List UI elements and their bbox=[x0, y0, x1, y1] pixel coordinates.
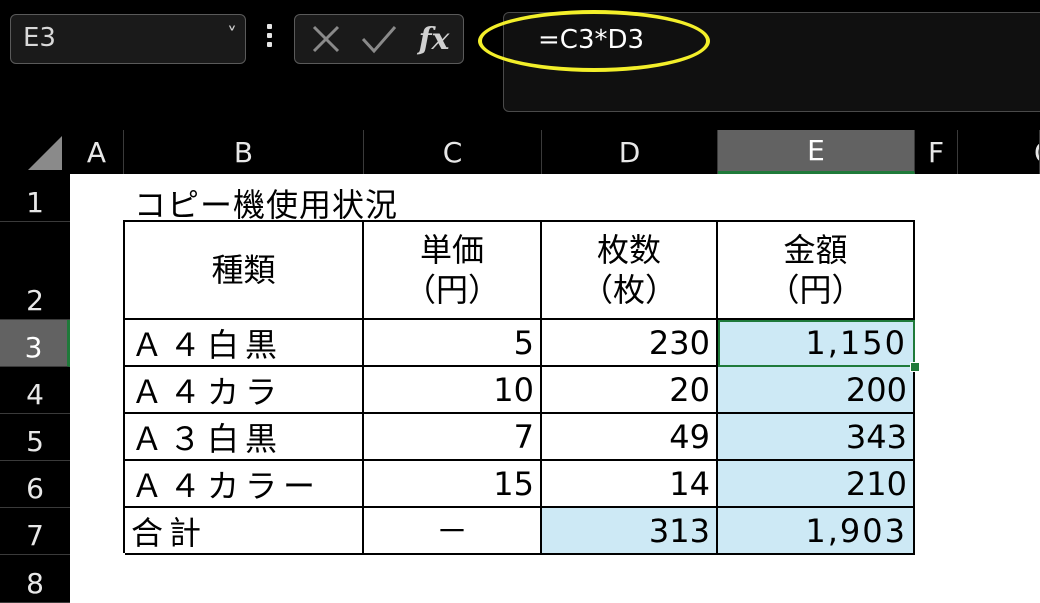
col-header-g[interactable]: G bbox=[958, 130, 1040, 174]
name-box-dropdown-icon[interactable]: ˅ bbox=[227, 23, 237, 47]
header-amount-line2: （円） bbox=[767, 271, 864, 309]
cell-c6[interactable]: 15 bbox=[364, 461, 542, 508]
row-header-5[interactable]: 5 bbox=[0, 414, 70, 461]
header-amount[interactable]: 金額 （円） bbox=[718, 222, 915, 320]
formula-highlight-ellipse bbox=[478, 10, 710, 72]
header-type-label: 種類 bbox=[211, 251, 276, 289]
row-header-7[interactable]: 7 bbox=[0, 508, 70, 555]
select-all-corner[interactable] bbox=[0, 130, 70, 174]
header-count[interactable]: 枚数 （枚） bbox=[542, 222, 718, 320]
cell-b5[interactable]: Ａ３白黒 bbox=[125, 414, 364, 461]
row-header-2[interactable]: 2 bbox=[0, 222, 70, 320]
cell-e6[interactable]: 210 bbox=[718, 461, 915, 508]
col-header-e[interactable]: E bbox=[718, 130, 915, 174]
header-unit-price-line2: （円） bbox=[403, 271, 500, 309]
header-type[interactable]: 種類 bbox=[125, 222, 364, 320]
fx-label: fx bbox=[418, 21, 450, 57]
more-options-icon[interactable] bbox=[262, 20, 276, 54]
enter-check-icon[interactable] bbox=[355, 17, 403, 61]
cell-b4[interactable]: Ａ４カラ bbox=[125, 367, 364, 414]
cell-e4[interactable]: 200 bbox=[718, 367, 915, 414]
cell-b6[interactable]: Ａ４カラー bbox=[125, 461, 364, 508]
name-box[interactable]: E3 ˅ bbox=[10, 14, 246, 64]
cell-c5[interactable]: 7 bbox=[364, 414, 542, 461]
insert-function-icon[interactable]: fx bbox=[409, 17, 459, 61]
cancel-icon[interactable] bbox=[303, 17, 349, 61]
row-header-6[interactable]: 6 bbox=[0, 461, 70, 508]
cell-d3[interactable]: 230 bbox=[542, 320, 718, 367]
cell-b7-total-label[interactable]: 合計 bbox=[125, 508, 364, 555]
row-header-4[interactable]: 4 bbox=[0, 367, 70, 414]
cell-e7-total-amount[interactable]: 1,903 bbox=[718, 508, 915, 555]
header-unit-price-line1: 単価 bbox=[419, 231, 484, 269]
fill-handle[interactable] bbox=[910, 362, 920, 372]
col-header-f[interactable]: F bbox=[915, 130, 958, 174]
header-count-line1: 枚数 bbox=[596, 231, 661, 269]
row-header-8[interactable]: 8 bbox=[0, 555, 70, 603]
name-box-value: E3 bbox=[23, 23, 56, 53]
col-header-d[interactable]: D bbox=[542, 130, 718, 174]
cell-b3[interactable]: Ａ４白黒 bbox=[125, 320, 364, 367]
header-amount-line1: 金額 bbox=[783, 231, 848, 269]
cell-c4[interactable]: 10 bbox=[364, 367, 542, 414]
row-header-1[interactable]: 1 bbox=[0, 174, 70, 222]
col-header-c[interactable]: C bbox=[364, 130, 542, 174]
cell-d5[interactable]: 49 bbox=[542, 414, 718, 461]
row-header-3[interactable]: 3 bbox=[0, 320, 70, 367]
cell-c3[interactable]: 5 bbox=[364, 320, 542, 367]
formula-buttons: fx bbox=[294, 14, 464, 64]
header-unit-price[interactable]: 単価 （円） bbox=[364, 222, 542, 320]
cell-d4[interactable]: 20 bbox=[542, 367, 718, 414]
cell-c7[interactable]: － bbox=[364, 508, 542, 555]
active-cell-outline bbox=[718, 320, 915, 367]
col-header-a[interactable]: A bbox=[70, 130, 124, 174]
cell-d6[interactable]: 14 bbox=[542, 461, 718, 508]
col-header-b[interactable]: B bbox=[124, 130, 364, 174]
cell-d7-total-count[interactable]: 313 bbox=[542, 508, 718, 555]
header-count-line2: （枚） bbox=[580, 271, 677, 309]
cell-e5[interactable]: 343 bbox=[718, 414, 915, 461]
